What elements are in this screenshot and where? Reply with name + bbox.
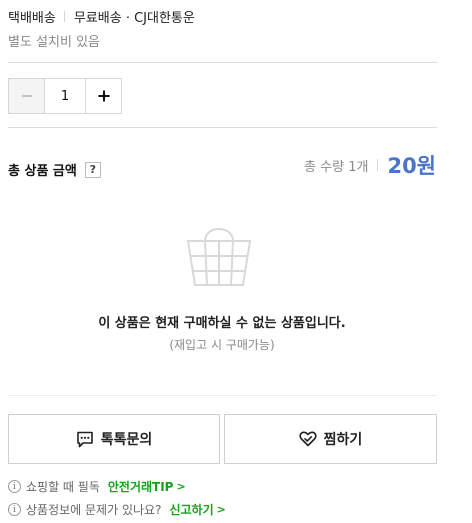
report-text: 상품정보에 문제가 있나요? [26, 503, 162, 517]
heart-icon [299, 431, 317, 447]
total-quantity: 총 수량 1개 [304, 159, 369, 175]
safe-trade-text: 쇼핑할 때 필독 [26, 480, 100, 494]
info-icon: i [8, 503, 21, 516]
unavailable-message: 이 상품은 현재 구매하실 수 없는 상품입니다. [98, 316, 346, 331]
help-button[interactable]: ? [84, 161, 101, 178]
delivery-method: 택배배송 [8, 11, 56, 26]
info-icon: i [8, 480, 21, 493]
quantity-stepper: 1 [8, 78, 122, 114]
chevron-right-icon: > [176, 480, 186, 493]
delivery-detail: 무료배송 · CJ대한통운 [73, 11, 195, 26]
decrease-button[interactable] [9, 79, 45, 113]
wishlist-label: 찜하기 [323, 432, 363, 448]
divider [8, 127, 437, 128]
total-summary: 총 수량 1개 20원 [304, 150, 436, 180]
report-link[interactable]: 신고하기 [169, 501, 213, 518]
chevron-right-icon: > [216, 503, 226, 516]
report-notice: i 상품정보에 문제가 있나요? 신고하기 > [8, 501, 226, 518]
divider [8, 62, 437, 63]
total-price: 20원 [387, 154, 436, 178]
delivery-info: 택배배송 무료배송 · CJ대한통운 [8, 7, 195, 26]
plus-icon [98, 90, 109, 102]
minus-icon [21, 95, 32, 97]
shopping-basket-icon [186, 228, 252, 286]
total-price-label-group: 총 상품 금액 ? [8, 160, 101, 179]
chat-bubble-icon [76, 431, 93, 447]
divider [63, 11, 65, 22]
safe-trade-tip-link[interactable]: 안전거래TIP [108, 478, 174, 495]
quantity-input[interactable]: 1 [45, 79, 85, 113]
install-note: 별도 설치비 있음 [8, 35, 100, 50]
restock-note: (재입고 시 구매가능) [169, 338, 275, 352]
total-price-label: 총 상품 금액 [8, 164, 77, 179]
increase-button[interactable] [85, 79, 121, 113]
wishlist-button[interactable]: 찜하기 [224, 414, 437, 464]
talktalk-inquiry-button[interactable]: 톡톡문의 [8, 414, 220, 464]
safe-trade-notice: i 쇼핑할 때 필독 안전거래TIP > [8, 478, 186, 495]
talktalk-label: 톡톡문의 [100, 432, 153, 448]
divider [8, 395, 437, 396]
divider [377, 159, 379, 171]
